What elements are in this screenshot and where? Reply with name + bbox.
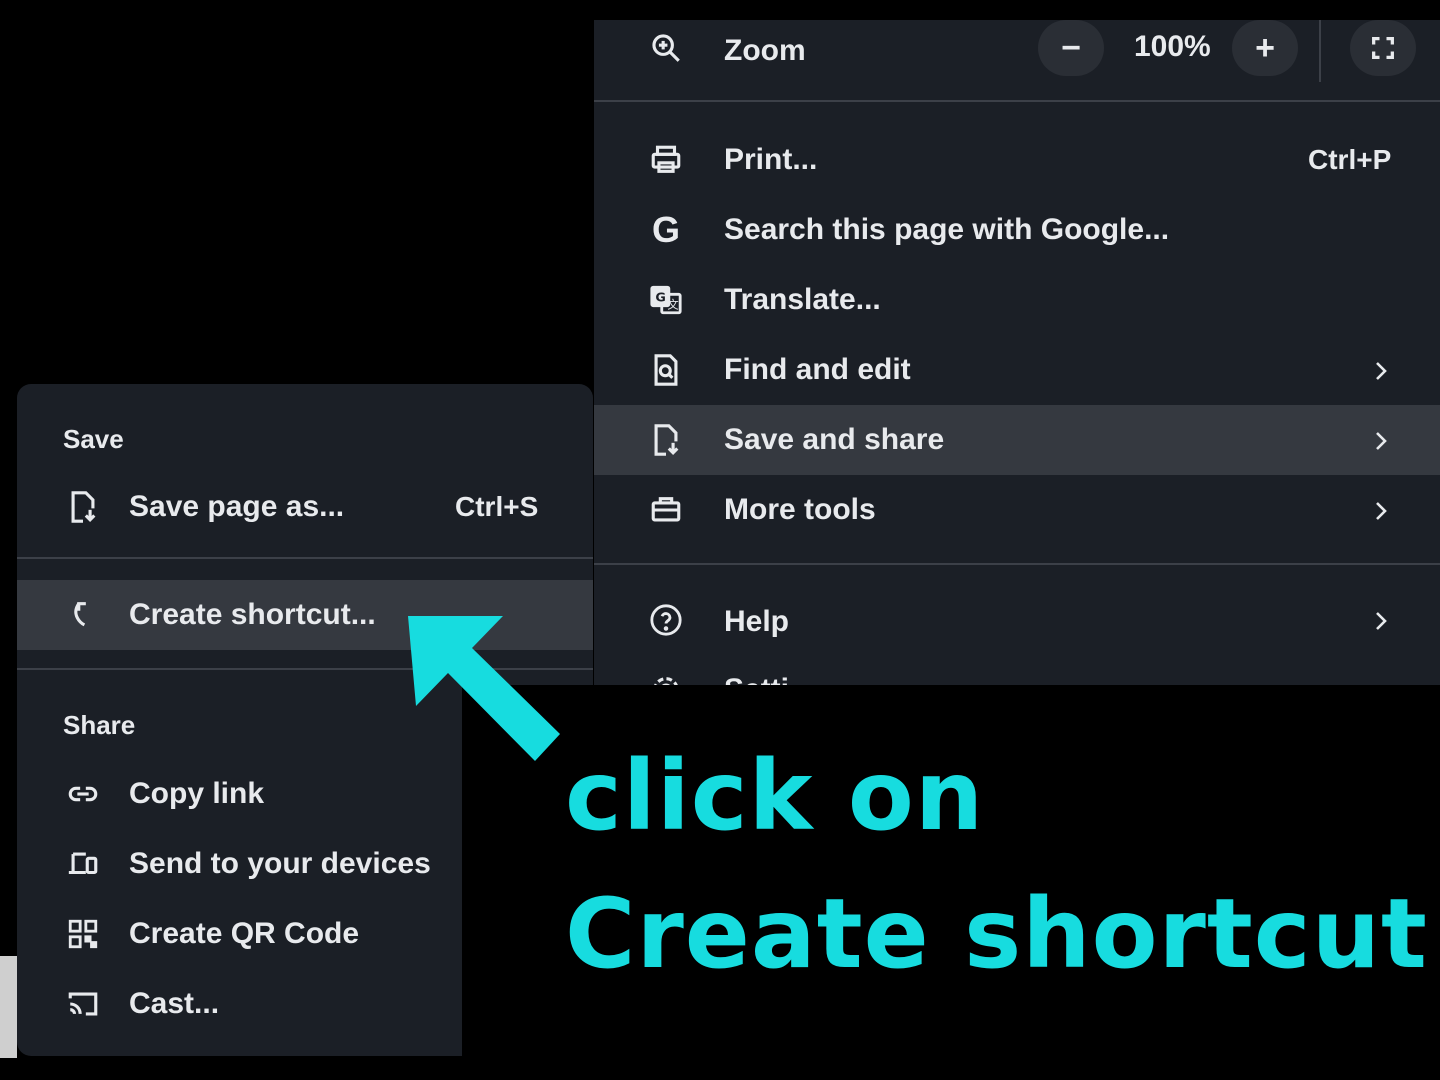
zoom-icon xyxy=(646,28,686,68)
chevron-right-icon xyxy=(1376,432,1387,450)
menu-item-label: Send to your devices xyxy=(129,847,431,880)
devices-icon xyxy=(63,844,103,884)
zoom-decrease-button[interactable]: − xyxy=(1038,20,1104,76)
annotation-caption-line1: click on xyxy=(565,740,985,852)
toolbox-icon xyxy=(646,490,686,530)
menu-item-search-google[interactable]: G Search this page with Google... xyxy=(594,195,1440,265)
menu-item-find-and-edit[interactable]: Find and edit xyxy=(594,335,1440,405)
save-page-icon xyxy=(646,420,686,460)
find-page-icon xyxy=(646,350,686,390)
zoom-increase-button[interactable]: + xyxy=(1232,20,1298,76)
menu-item-label: Search this page with Google... xyxy=(724,213,1170,246)
background-window-edge xyxy=(0,956,17,1060)
menu-item-help[interactable]: Help xyxy=(594,585,1440,655)
zoom-row: Zoom − 100% + xyxy=(594,20,1440,100)
annotation-arrow-icon xyxy=(408,616,560,761)
menu-item-label: Find and edit xyxy=(724,353,911,386)
shortcut-arrow-icon xyxy=(63,595,103,635)
translate-icon: G 文 xyxy=(646,280,686,320)
menu-item-save-page-as[interactable]: Save page as... Ctrl+S xyxy=(17,472,593,542)
chevron-right-icon xyxy=(1376,362,1387,380)
menu-item-label: Cast... xyxy=(129,987,220,1020)
menu-item-label: More tools xyxy=(724,493,876,526)
menu-item-label: Copy link xyxy=(129,777,265,810)
zoom-value: 100% xyxy=(1134,30,1211,63)
menu-item-label: Save and share xyxy=(724,423,945,456)
menu-item-label: Print... xyxy=(724,143,818,176)
annotation-caption-line2: Create shortcut xyxy=(565,878,1428,990)
zoom-separator xyxy=(1319,20,1321,82)
cast-icon xyxy=(63,984,103,1024)
share-section-header: Share xyxy=(63,710,136,740)
qr-code-icon xyxy=(63,914,103,954)
svg-text:G: G xyxy=(655,290,665,305)
menu-divider xyxy=(17,557,593,559)
chrome-main-menu: Zoom − 100% + Print... Ctrl+P G Search t… xyxy=(594,20,1440,685)
link-icon xyxy=(63,774,103,814)
menu-divider xyxy=(594,563,1440,565)
menu-item-more-tools[interactable]: More tools xyxy=(594,475,1440,545)
help-icon xyxy=(646,600,686,640)
menu-item-translate[interactable]: G 文 Translate... xyxy=(594,265,1440,335)
menu-divider xyxy=(594,100,1440,102)
menu-item-label: Create QR Code xyxy=(129,917,360,950)
menu-item-save-and-share[interactable]: Save and share xyxy=(594,405,1440,475)
menu-item-label: Save page as... xyxy=(129,490,345,523)
google-icon: G xyxy=(651,209,680,250)
chevron-right-icon xyxy=(1376,612,1387,630)
menu-item-label: Translate... xyxy=(724,283,881,316)
menu-item-label: Help xyxy=(724,605,790,638)
print-icon xyxy=(646,140,686,180)
bottom-bar xyxy=(0,1058,1440,1080)
save-page-shortcut: Ctrl+S xyxy=(455,491,539,522)
menu-item-print[interactable]: Print... Ctrl+P xyxy=(594,125,1440,195)
save-section-header: Save xyxy=(63,424,124,454)
gear-icon xyxy=(646,670,686,685)
fullscreen-button[interactable] xyxy=(1350,20,1416,76)
menu-item-label: Create shortcut... xyxy=(129,598,376,631)
svg-text:文: 文 xyxy=(667,298,678,312)
menu-item-settings[interactable]: Setti xyxy=(594,655,1440,685)
print-shortcut: Ctrl+P xyxy=(1308,144,1392,175)
zoom-label: Zoom xyxy=(724,34,806,67)
save-page-icon xyxy=(63,487,103,527)
menu-item-label: Setti xyxy=(724,673,789,685)
fullscreen-icon xyxy=(1372,37,1394,59)
chevron-right-icon xyxy=(1376,502,1387,520)
